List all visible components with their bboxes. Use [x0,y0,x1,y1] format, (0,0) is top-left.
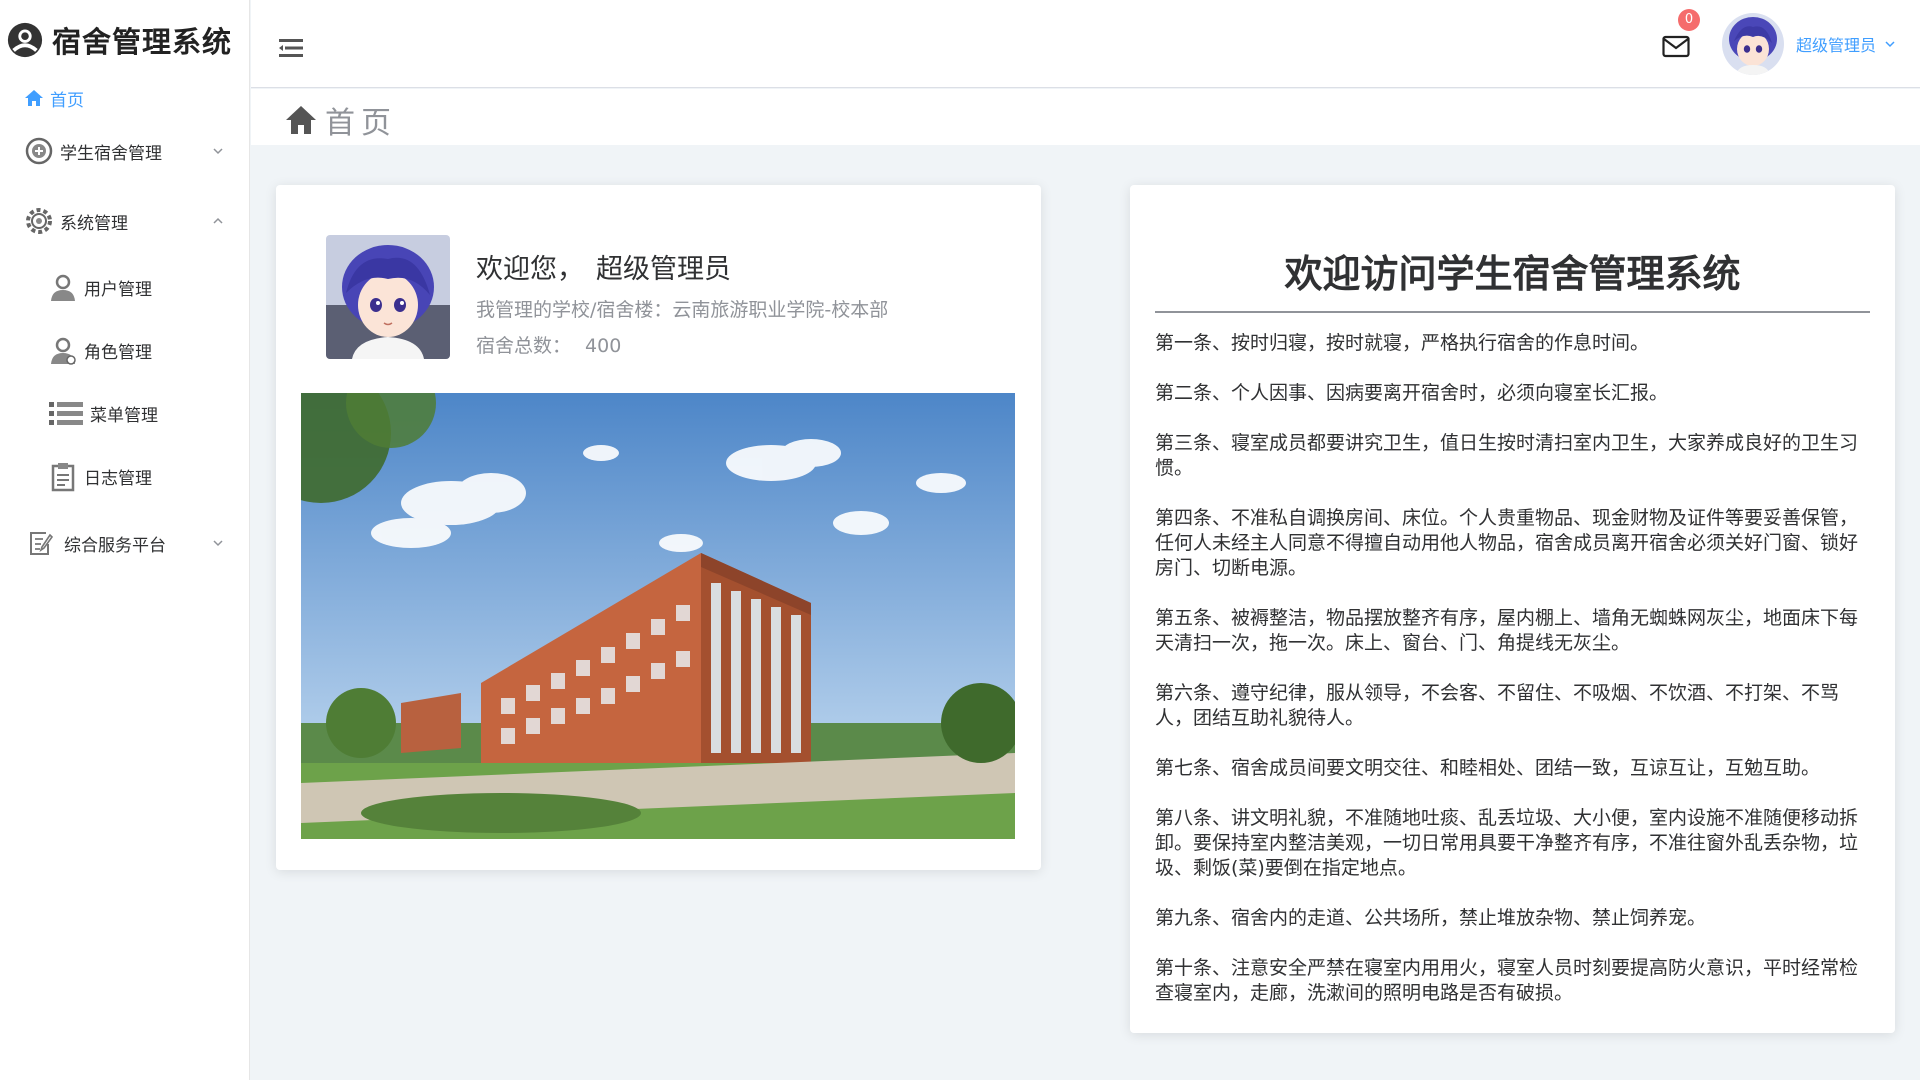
dormitory-building-image [301,393,1015,839]
logo-icon [7,22,43,58]
notifications-button[interactable]: 0 [1662,9,1700,59]
notice-title: 欢迎访问学生宿舍管理系统 [1284,252,1741,296]
profile-avatar [326,235,450,359]
sidebar-item-users[interactable]: 用户管理 [0,256,249,319]
edit-doc-icon [28,530,54,556]
gear-icon [24,206,54,236]
rule-item: 第九条、宿舍内的走道、公共场所，禁止堆放杂物、禁止饲养宠。 [1155,907,1707,929]
school-line: 我管理的学校/宿舍楼：云南旅游职业学院-校本部 [476,299,889,321]
rule-item: 第六条、遵守纪律，服从领导，不会客、不留住、不吸烟、不饮酒、不打架、不骂人，团结… [1155,682,1840,729]
chevron-up-icon [213,217,223,224]
profile-avatar-image [326,235,450,359]
circle-plus-icon [24,136,54,166]
sidebar-item-service-platform[interactable]: 综合服务平台 [0,508,249,578]
sidebar-item-logs[interactable]: 日志管理 [0,445,249,508]
dorm-total-label: 宿舍总数： [476,335,572,357]
sidebar-item-label: 首页 [50,90,84,111]
chevron-down-icon [213,148,223,155]
greeting: 欢迎您， [476,254,584,285]
chevron-down-icon[interactable] [1884,38,1896,50]
rule-item: 第三条、寝室成员都要讲究卫生，值日生按时清扫室内卫生，大家养成良好的卫生习惯。 [1155,432,1859,479]
sidebar-item-label: 学生宿舍管理 [60,143,162,164]
sidebar: 宿舍管理系统 首页 学生宿舍管理 系统管理 用户管理 角色管理 菜单管理 日志管… [0,0,250,1080]
sidebar-item-label: 角色管理 [84,343,152,363]
avatar[interactable] [1721,13,1784,75]
sidebar-item-roles[interactable]: 角色管理 [0,319,249,382]
sidebar-item-label: 用户管理 [84,280,152,300]
rule-item: 第一条、按时归寝，按时就寝，严格执行宿舍的作息时间。 [1155,332,1650,354]
page-title-text: 首页 [325,106,397,141]
user-role-icon [48,336,78,366]
welcome-card: 欢迎您， 超级管理员 我管理的学校/宿舍楼：云南旅游职业学院-校本部 宿舍总数： 4… [276,185,1041,870]
rule-item: 第七条、宿舍成员间要文明交往、和睦相处、团结一致，互谅互让，互勉互助。 [1155,757,1821,779]
username-dropdown[interactable]: 超级管理员 [1796,32,1876,56]
home-icon [286,106,316,134]
rules-list: 第一条、按时归寝，按时就寝，严格执行宿舍的作息时间。 第二条、个人因事、因病要离… [1155,331,1870,1031]
sidebar-item-menus[interactable]: 菜单管理 [0,382,249,445]
app-logo: 宿舍管理系统 [0,0,249,80]
rule-item: 第二条、个人因事、因病要离开宿舍时，必须向寝室长汇报。 [1155,382,1669,404]
top-header: 0 超级管理员 [251,0,1920,88]
header-user-area: 0 超级管理员 [1662,9,1896,76]
admin-name: 超级管理员 [596,254,731,285]
sidebar-item-label: 综合服务平台 [64,535,166,556]
welcome-text: 欢迎您， 超级管理员 [476,247,731,286]
dorm-total: 宿舍总数： 400 [476,331,621,358]
sidebar-item-home[interactable]: 首页 [0,80,249,116]
rule-item: 第五条、被褥整洁，物品摆放整齐有序，屋内棚上、墙角无蜘蛛网灰尘，地面床下每天清扫… [1155,607,1859,654]
sidebar-item-label: 系统管理 [60,213,128,234]
notification-badge: 0 [1677,9,1700,31]
dorm-total-value: 400 [585,335,622,357]
sidebar-item-student-dorm[interactable]: 学生宿舍管理 [0,116,249,186]
menu-toggle-icon[interactable] [279,37,303,59]
mail-icon [1662,35,1690,58]
list-icon [48,399,84,429]
home-icon [24,89,44,107]
page-title: 首页 [285,98,397,142]
user-icon [48,273,78,303]
notice-card: 欢迎访问学生宿舍管理系统 第一条、按时归寝，按时就寝，严格执行宿舍的作息时间。 … [1130,185,1895,1033]
avatar-image [1721,13,1784,75]
rule-item: 第八条、讲文明礼貌，不准随地吐痰、乱丢垃圾、大小便，室内设施不准随便移动拆卸。要… [1155,807,1859,879]
page-title-bar: 首页 [251,89,1920,145]
app-title: 宿舍管理系统 [52,25,233,59]
sidebar-item-label: 日志管理 [84,469,152,489]
clipboard-icon [48,462,78,492]
rule-item: 第四条、不准私自调换房间、床位。个人贵重物品、现金财物及证件等要妥善保管，任何人… [1155,507,1859,579]
chevron-down-icon [213,540,223,547]
sidebar-item-system[interactable]: 系统管理 [0,186,249,256]
rule-item: 第十条、注意安全严禁在寝室内用用火，寝室人员时刻要提高防火意识，平时经常检查寝室… [1155,957,1859,1004]
notice-divider [1155,311,1870,313]
building-illustration [301,393,1015,839]
sidebar-item-label: 菜单管理 [90,406,158,426]
